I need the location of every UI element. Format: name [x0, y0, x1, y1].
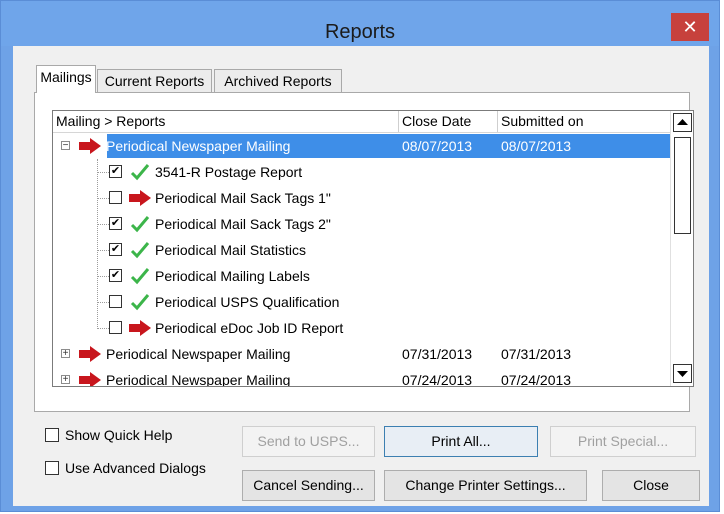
report-label: Periodical Mailing Labels: [155, 268, 310, 284]
list-item[interactable]: − Periodical Newspaper Mailing 08/07/201…: [53, 133, 670, 159]
column-header-submitted-on[interactable]: Submitted on: [498, 111, 670, 132]
tab-current-reports[interactable]: Current Reports: [97, 69, 212, 92]
expand-icon[interactable]: +: [61, 349, 70, 359]
mailings-tab-panel: Mailing > Reports Close Date Submitted o…: [34, 92, 694, 412]
report-checkbox[interactable]: [109, 295, 122, 308]
report-label: Periodical USPS Qualification: [155, 294, 340, 310]
reports-window: Reports ✕ Mailings Current Reports Archi…: [0, 0, 720, 512]
use-advanced-dialogs-label: Use Advanced Dialogs: [65, 460, 206, 476]
tab-archived-reports[interactable]: Archived Reports: [214, 69, 342, 92]
close-date: 07/31/2013: [402, 346, 473, 362]
report-checkbox[interactable]: ✔: [109, 269, 122, 282]
mailing-reports-list[interactable]: Mailing > Reports Close Date Submitted o…: [52, 110, 694, 387]
list-item[interactable]: ✔ 3541-R Postage Report: [53, 159, 670, 185]
list-item[interactable]: ✔ Periodical Mail Statistics: [53, 237, 670, 263]
dialog-client-area: Mailings Current Reports Archived Report…: [13, 46, 709, 506]
use-advanced-dialogs-checkbox[interactable]: [45, 461, 59, 475]
close-icon[interactable]: ✕: [671, 13, 709, 41]
submitted-on: 07/31/2013: [501, 346, 572, 362]
report-checkbox[interactable]: ✔: [109, 243, 122, 256]
show-quick-help-checkbox[interactable]: [45, 428, 59, 442]
red-arrow-icon: [78, 371, 102, 386]
show-quick-help-label: Show Quick Help: [65, 427, 173, 443]
submitted-on: 08/07/2013: [501, 138, 572, 154]
mailing-label: Periodical Newspaper Mailing: [106, 346, 291, 362]
list-item[interactable]: Periodical Mail Sack Tags 1": [53, 185, 670, 211]
report-label: Periodical Mail Sack Tags 2": [155, 216, 331, 232]
column-header-mailing-reports[interactable]: Mailing > Reports: [53, 111, 399, 132]
close-date: 07/24/2013: [402, 372, 473, 387]
list-item[interactable]: Periodical eDoc Job ID Report: [53, 315, 670, 341]
list-item[interactable]: ✔ Periodical Mail Sack Tags 2": [53, 211, 670, 237]
change-printer-settings-button[interactable]: Change Printer Settings...: [384, 470, 587, 501]
report-label: Periodical Mail Sack Tags 1": [155, 190, 331, 206]
cancel-sending-button[interactable]: Cancel Sending...: [242, 470, 375, 501]
report-label: Periodical eDoc Job ID Report: [155, 320, 344, 336]
close-date: 08/07/2013: [402, 138, 473, 154]
report-checkbox[interactable]: [109, 321, 122, 334]
window-title: Reports: [324, 21, 396, 43]
column-header-close-date[interactable]: Close Date: [399, 111, 498, 132]
report-label: 3541-R Postage Report: [155, 164, 303, 180]
list-body: − Periodical Newspaper Mailing 08/07/201…: [53, 133, 670, 386]
close-button[interactable]: Close: [602, 470, 700, 501]
scrollbar-thumb[interactable]: [674, 137, 691, 234]
report-label: Periodical Mail Statistics: [155, 242, 306, 258]
report-checkbox[interactable]: [109, 191, 122, 204]
tab-mailings[interactable]: Mailings: [36, 65, 96, 93]
list-item[interactable]: Periodical USPS Qualification: [53, 289, 670, 315]
mailing-label: Periodical Newspaper Mailing: [106, 372, 291, 387]
vertical-scrollbar[interactable]: [670, 111, 693, 386]
collapse-icon[interactable]: −: [61, 141, 70, 151]
list-item[interactable]: ✔ Periodical Mailing Labels: [53, 263, 670, 289]
list-header: Mailing > Reports Close Date Submitted o…: [53, 111, 670, 133]
expand-icon[interactable]: +: [61, 375, 70, 385]
scroll-up-icon[interactable]: [673, 113, 692, 132]
list-item[interactable]: + Periodical Newspaper Mailing 07/31/201…: [53, 341, 670, 367]
print-all-button[interactable]: Print All...: [384, 426, 538, 457]
scroll-down-icon[interactable]: [673, 364, 692, 383]
submitted-on: 07/24/2013: [501, 372, 572, 387]
print-special-button[interactable]: Print Special...: [550, 426, 696, 457]
title-bar: Reports ✕: [1, 1, 719, 46]
mailing-label: Periodical Newspaper Mailing: [106, 138, 291, 154]
list-item[interactable]: + Periodical Newspaper Mailing 07/24/201…: [53, 367, 670, 387]
send-to-usps-button[interactable]: Send to USPS...: [242, 426, 375, 457]
report-checkbox[interactable]: ✔: [109, 165, 122, 178]
report-checkbox[interactable]: ✔: [109, 217, 122, 230]
